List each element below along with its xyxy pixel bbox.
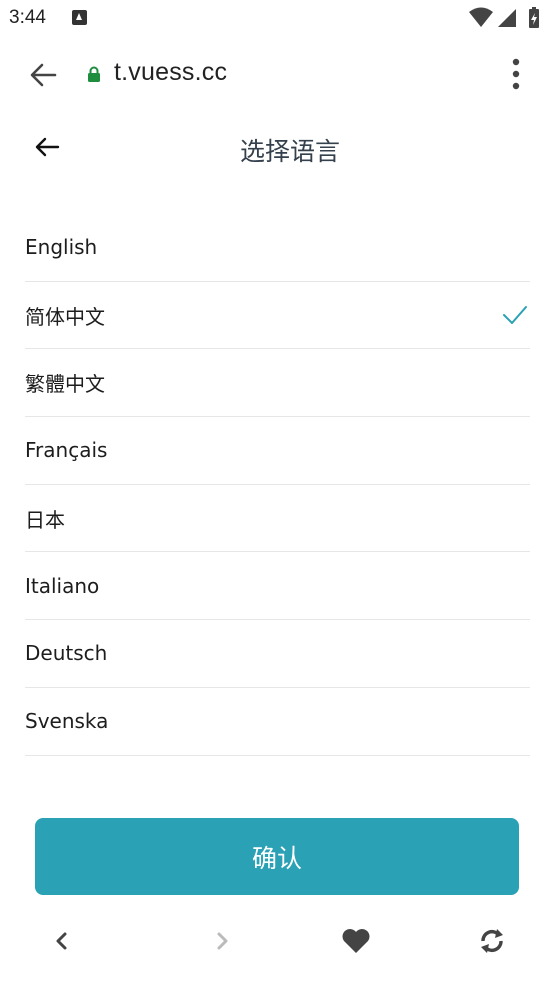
language-label: Français [25,438,108,463]
language-list: English 简体中文 繁體中文 Français 日本 Italiano D… [25,214,530,756]
url-bar[interactable]: t.vuess.cc [114,58,227,87]
browser-toolbar: t.vuess.cc [0,38,555,112]
language-label: Deutsch [25,641,108,666]
confirm-button[interactable]: 确认 [35,818,519,895]
language-label: English [25,235,98,260]
language-item-english[interactable]: English [25,214,530,282]
bottom-nav [0,910,555,970]
status-time: 3:44 [9,7,46,28]
language-item-japanese[interactable]: 日本 [25,485,530,553]
lock-icon [88,66,100,82]
language-label: 简体中文 [25,304,105,329]
language-item-simplified-chinese[interactable]: 简体中文 [25,282,530,350]
nav-forward-button[interactable] [207,926,237,956]
browser-back-icon[interactable] [28,60,58,90]
chevron-left-icon [56,932,67,950]
nav-back-button[interactable] [47,926,77,956]
language-item-italian[interactable]: Italiano [25,552,530,621]
language-label: Svenska [25,709,109,734]
refresh-button[interactable] [477,926,507,956]
chevron-right-icon [217,932,228,950]
language-label: 繁體中文 [25,372,105,397]
language-item-traditional-chinese[interactable]: 繁體中文 [25,349,530,418]
check-icon [503,306,527,325]
battery-icon [529,7,539,28]
more-vert-icon[interactable] [511,58,521,90]
wifi-icon [469,7,493,27]
page-title: 选择语言 [239,137,340,166]
language-label: Italiano [25,573,100,598]
favorite-button[interactable] [341,926,371,956]
status-bar: 3:44 [0,0,555,38]
language-label: 日本 [25,507,65,532]
notification-icon [72,10,87,25]
language-item-german[interactable]: Deutsch [25,620,530,688]
signal-icon [498,9,516,27]
heart-icon [342,929,370,953]
language-item-swedish[interactable]: Svenska [25,688,530,756]
page-header: 选择语言 [0,112,555,188]
refresh-icon [481,929,503,953]
language-item-french[interactable]: Français [25,417,530,485]
status-icons [469,7,539,28]
